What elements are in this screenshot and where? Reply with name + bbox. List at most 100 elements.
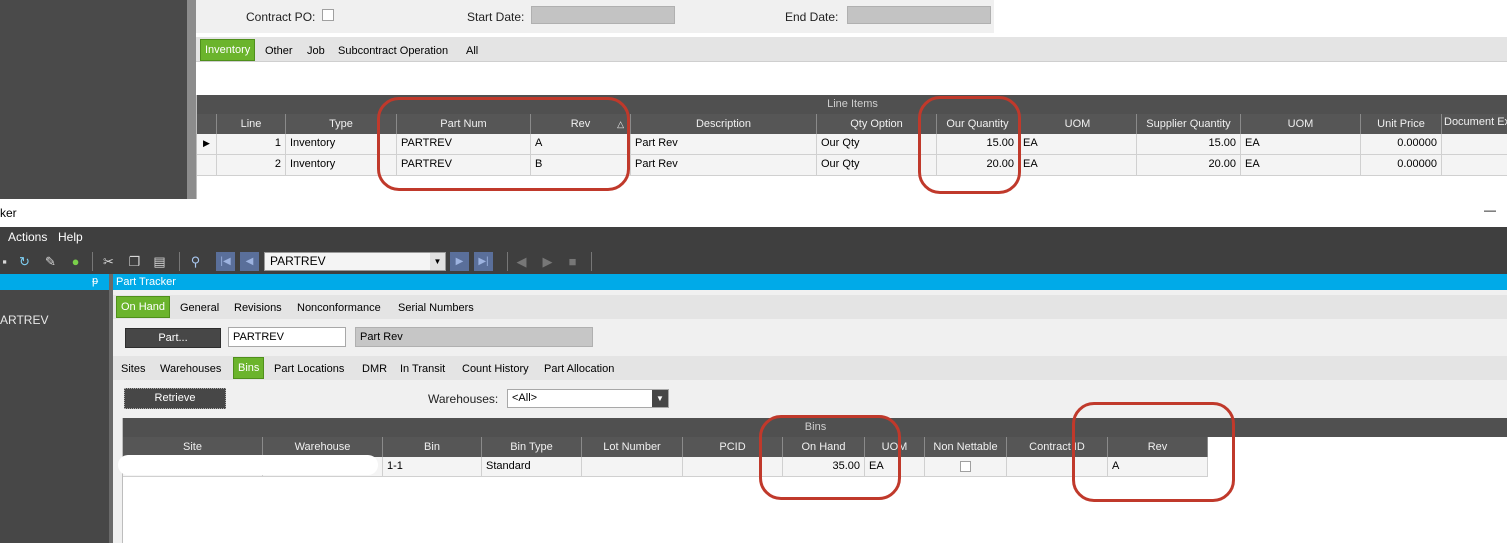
redaction-mask xyxy=(118,455,378,475)
col-document-ext[interactable]: Document Ex xyxy=(1442,114,1507,134)
tab-job[interactable]: Job xyxy=(307,40,325,62)
cell-description[interactable]: Part Rev xyxy=(631,134,817,154)
forward-icon[interactable]: ▶ xyxy=(539,253,556,270)
menu-actions[interactable]: Actions xyxy=(8,230,47,244)
cell-description[interactable]: Part Rev xyxy=(631,155,817,175)
annotation-circle-our-quantity xyxy=(918,96,1021,194)
col-uom[interactable]: UOM xyxy=(1019,114,1137,134)
eraser-icon[interactable]: ✎ xyxy=(42,253,59,270)
last-record-icon[interactable]: ▶| xyxy=(474,252,493,271)
top-left-pane xyxy=(0,0,187,199)
minimize-button[interactable]: — xyxy=(1484,203,1496,217)
cell-document-ext[interactable] xyxy=(1442,134,1507,154)
cut-icon[interactable]: ✂ xyxy=(100,253,117,270)
col-supplier-quantity[interactable]: Supplier Quantity xyxy=(1137,114,1241,134)
cell-supplier-quantity[interactable]: 20.00 xyxy=(1137,155,1241,175)
cell-unit-price[interactable]: 0.00000 xyxy=(1361,134,1442,154)
tab-nonconformance[interactable]: Nonconformance xyxy=(297,297,381,319)
back-icon[interactable]: ◀ xyxy=(513,253,530,270)
col-line[interactable]: Line xyxy=(217,114,286,134)
cell-uom-2[interactable]: EA xyxy=(1241,134,1361,154)
col-bin-type[interactable]: Bin Type xyxy=(482,437,582,457)
col-lot-number[interactable]: Lot Number xyxy=(582,437,683,457)
cell-uom[interactable]: EA xyxy=(1019,155,1137,175)
bins-header: Site Warehouse Bin Bin Type Lot Number P… xyxy=(123,437,1208,457)
cell-line[interactable]: 2 xyxy=(217,155,286,175)
col-uom-2[interactable]: UOM xyxy=(1241,114,1361,134)
part-field[interactable]: PARTREV xyxy=(228,327,346,347)
col-site[interactable]: Site xyxy=(123,437,263,457)
annotation-circle-on-hand xyxy=(759,415,901,500)
cell-uom-2[interactable]: EA xyxy=(1241,155,1361,175)
subtab-part-allocation[interactable]: Part Allocation xyxy=(544,358,614,380)
non-nettable-checkbox[interactable] xyxy=(960,461,971,472)
tab-all[interactable]: All xyxy=(466,40,478,62)
col-unit-price[interactable]: Unit Price xyxy=(1361,114,1442,134)
tree-pane: ARTREV xyxy=(0,290,109,543)
end-date-label: End Date: xyxy=(785,10,839,24)
pin-icon[interactable]: ᵽ xyxy=(92,275,98,287)
cell-uom[interactable]: EA xyxy=(1019,134,1137,154)
paste-icon[interactable]: ▤ xyxy=(151,253,168,270)
cell-non-nettable[interactable] xyxy=(925,457,1007,476)
tab-other[interactable]: Other xyxy=(265,40,293,62)
menu-help[interactable]: Help xyxy=(58,230,83,244)
tree-node-part[interactable]: ARTREV xyxy=(0,313,48,327)
cell-bin[interactable]: 1-1 xyxy=(383,457,482,476)
subtab-count-history[interactable]: Count History xyxy=(462,358,529,380)
tab-revisions[interactable]: Revisions xyxy=(234,297,282,319)
window-titlebar: ker — xyxy=(0,199,1507,227)
chevron-down-icon[interactable]: ▼ xyxy=(430,253,445,270)
warehouses-label: Warehouses: xyxy=(428,392,499,406)
row-selector[interactable] xyxy=(197,155,217,175)
binoculars-icon[interactable]: ⚲ xyxy=(187,253,204,270)
toolbar-separator xyxy=(591,252,592,271)
col-non-nettable[interactable]: Non Nettable xyxy=(925,437,1007,457)
tab-on-hand[interactable]: On Hand xyxy=(116,296,171,318)
refresh-icon[interactable]: ↻ xyxy=(16,253,33,270)
cell-document-ext[interactable] xyxy=(1442,155,1507,175)
subtab-in-transit[interactable]: In Transit xyxy=(400,358,445,380)
cell-lot-number[interactable] xyxy=(582,457,683,476)
first-record-icon[interactable]: |◀ xyxy=(216,252,235,271)
contract-po-label: Contract PO: xyxy=(246,10,316,24)
cell-supplier-quantity[interactable]: 15.00 xyxy=(1137,134,1241,154)
col-bin[interactable]: Bin xyxy=(383,437,482,457)
cell-line[interactable]: 1 xyxy=(217,134,286,154)
retrieve-button[interactable]: Retrieve xyxy=(124,388,226,409)
contract-po-checkbox[interactable] xyxy=(322,9,334,21)
start-date-field[interactable] xyxy=(531,6,675,24)
row-selector-header xyxy=(197,114,217,134)
tab-subcontract-operation[interactable]: Subcontract Operation xyxy=(338,40,448,62)
cell-bin-type[interactable]: Standard xyxy=(482,457,582,476)
start-date-label: Start Date: xyxy=(467,10,525,24)
toolbar-separator xyxy=(507,252,508,271)
part-description-field: Part Rev xyxy=(355,327,593,347)
previous-record-icon[interactable]: ◀ xyxy=(240,252,259,271)
tree-pane-header: ᵽ xyxy=(0,274,109,290)
subtab-bins[interactable]: Bins xyxy=(233,357,265,379)
tab-inventory[interactable]: Inventory xyxy=(200,39,256,61)
subtab-sites[interactable]: Sites xyxy=(121,358,145,380)
current-row-arrow-icon: ▶ xyxy=(197,134,217,154)
subtab-part-locations[interactable]: Part Locations xyxy=(274,358,344,380)
part-combo[interactable]: PARTREV xyxy=(264,252,446,271)
tab-general[interactable]: General xyxy=(180,297,219,319)
copy-icon[interactable]: ❐ xyxy=(126,253,143,270)
tab-serial-numbers[interactable]: Serial Numbers xyxy=(398,297,474,319)
col-description[interactable]: Description xyxy=(631,114,817,134)
next-record-icon[interactable]: ▶ xyxy=(450,252,469,271)
subtab-warehouses[interactable]: Warehouses xyxy=(160,358,221,380)
warehouses-select[interactable]: <All> xyxy=(507,389,669,408)
go-icon[interactable]: ● xyxy=(67,253,84,270)
annotation-circle-partnum-rev xyxy=(377,97,630,191)
part-button[interactable]: Part... xyxy=(125,328,221,348)
top-left-pane-edge xyxy=(187,0,196,199)
end-date-field[interactable] xyxy=(847,6,991,24)
subtab-dmr[interactable]: DMR xyxy=(362,358,387,380)
chevron-down-icon[interactable]: ▼ xyxy=(652,390,668,407)
col-warehouse[interactable]: Warehouse xyxy=(263,437,383,457)
save-icon[interactable]: ▪ xyxy=(0,253,13,270)
cell-unit-price[interactable]: 0.00000 xyxy=(1361,155,1442,175)
stop-icon[interactable]: ■ xyxy=(564,253,581,270)
